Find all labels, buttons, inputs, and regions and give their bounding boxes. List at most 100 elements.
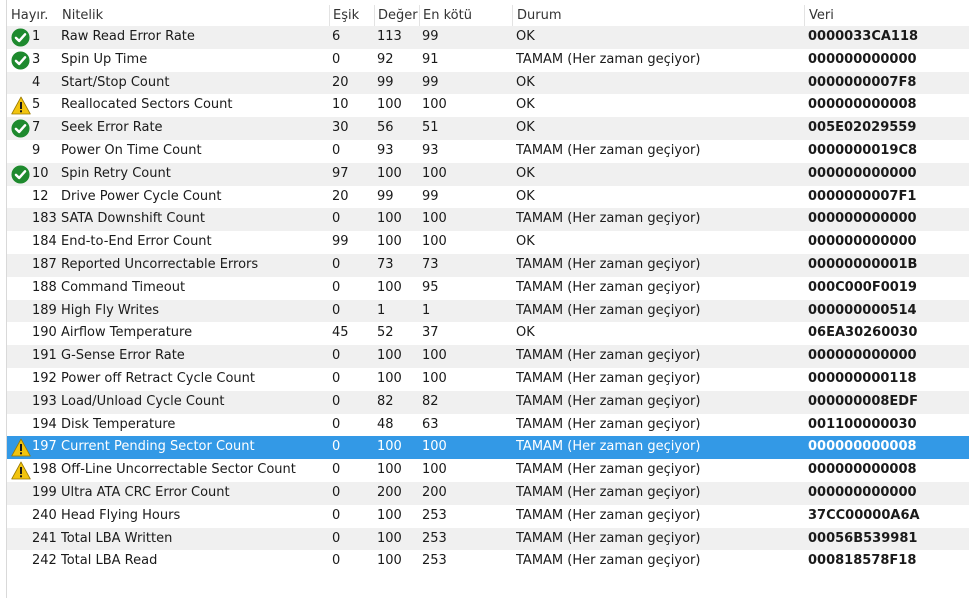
threshold-value: 0 [332, 462, 341, 478]
table-row[interactable]: 4 Start/Stop Count 20 99 99 OK 0000000007F8 [7, 71, 969, 95]
table-row[interactable]: 1 Raw Read Error Rate 6 113 99 OK 0000033CA118 [7, 26, 969, 49]
status-text: OK [516, 325, 535, 341]
worst-value: 100 [422, 97, 447, 113]
table-row[interactable]: 190 Airflow Temperature 45 52 37 OK 06EA302600… [7, 322, 969, 345]
table-row[interactable]: 193 Load/Unload Cycle Count 0 82 82 TAMAM (He… [7, 390, 969, 414]
raw-data: 000000000000 [808, 484, 917, 500]
current-value: 100 [377, 165, 402, 181]
status-icon-empty [9, 528, 31, 551]
current-value: 73 [377, 256, 394, 272]
raw-data: 00000000001B [808, 256, 918, 272]
column-header-attribute[interactable]: Nitelik [62, 5, 103, 27]
table-row[interactable]: 199 Ultra ATA CRC Error Count 0 200 200 TAMAM… [7, 481, 969, 505]
table-row[interactable]: 184 End-to-End Error Count 99 100 100 OK 00000… [7, 231, 969, 254]
status-text: TAMAM (Her zaman geçiyor) [516, 348, 701, 364]
column-divider[interactable] [804, 5, 805, 27]
raw-data: 000000000118 [808, 370, 917, 386]
threshold-value: 0 [332, 279, 341, 295]
attribute-id: 194 [32, 416, 57, 432]
status-text: TAMAM (Her zaman geçiyor) [516, 302, 701, 318]
worst-value: 95 [422, 279, 439, 295]
attribute-id: 198 [32, 462, 57, 478]
raw-data: 001100000030 [808, 416, 917, 432]
column-header-status[interactable]: Durum [517, 5, 562, 27]
threshold-value: 0 [332, 530, 341, 546]
status-text: OK [516, 97, 535, 113]
column-divider[interactable] [419, 5, 420, 27]
raw-data: 000000000008 [808, 439, 917, 455]
table-row[interactable]: 191 G-Sense Error Rate 0 100 100 TAMAM (Her z… [7, 345, 969, 368]
current-value: 113 [377, 29, 402, 44]
column-header-worst[interactable]: En kötü [423, 5, 472, 27]
column-header-no[interactable]: Hayır. [11, 5, 48, 27]
table-row[interactable]: 198 Off-Line Uncorrectable Sector Count 0 1… [7, 459, 969, 482]
table-row[interactable]: 12 Drive Power Cycle Count 20 99 99 OK 0000000… [7, 186, 969, 209]
status-text: TAMAM (Her zaman geçiyor) [516, 370, 701, 386]
threshold-value: 0 [332, 439, 341, 455]
attribute-id: 241 [32, 530, 57, 546]
worst-value: 100 [422, 165, 447, 181]
attribute-name: Raw Read Error Rate [61, 29, 195, 44]
raw-data: 000000008EDF [808, 393, 918, 409]
column-divider[interactable] [374, 5, 375, 27]
current-value: 82 [377, 393, 394, 409]
status-icon-empty [9, 550, 31, 573]
attribute-id: 183 [32, 211, 57, 227]
table-row[interactable]: 9 Power On Time Count 0 93 93 TAMAM (Her zama… [7, 140, 969, 163]
threshold-value: 0 [332, 51, 341, 67]
status-icon-empty [9, 186, 31, 209]
attribute-name: Airflow Temperature [61, 325, 193, 341]
table-row[interactable]: 241 Total LBA Written 0 100 253 TAMAM (Her za… [7, 527, 969, 551]
status-text: OK [516, 74, 535, 90]
attribute-name: G-Sense Error Rate [61, 348, 185, 364]
worst-value: 200 [422, 484, 447, 500]
worst-value: 37 [422, 325, 439, 341]
raw-data: 000000000000 [808, 348, 917, 364]
column-header-value[interactable]: Değer [378, 5, 418, 27]
status-text: OK [516, 120, 535, 136]
current-value: 100 [377, 279, 402, 295]
current-value: 52 [377, 325, 394, 341]
table-row[interactable]: 242 Total LBA Read 0 100 253 TAMAM (Her zaman… [7, 550, 969, 573]
raw-data: 000000000000 [808, 51, 917, 67]
table-row[interactable]: 188 Command Timeout 0 100 95 TAMAM (Her zaman… [7, 277, 969, 300]
attribute-id: 3 [32, 51, 41, 67]
table-row[interactable]: 187 Reported Uncorrectable Errors 0 73 73 TAM… [7, 253, 969, 277]
table-row[interactable]: 7 Seek Error Rate 30 56 51 OK 005E02029559 [7, 117, 969, 140]
status-text: TAMAM (Her zaman geçiyor) [516, 279, 701, 295]
warning-icon [9, 459, 31, 482]
current-value: 99 [377, 74, 394, 90]
table-row[interactable]: 189 High Fly Writes 0 1 1 TAMAM (Her zaman ge… [7, 299, 969, 323]
table-row[interactable]: 197 Current Pending Sector Count 0 100 100 TA… [7, 436, 969, 460]
attribute-name: SATA Downshift Count [61, 211, 205, 227]
threshold-value: 30 [332, 120, 349, 136]
attribute-id: 9 [32, 142, 41, 158]
table-row[interactable]: 10 Spin Retry Count 97 100 100 OK 000000000000 [7, 162, 969, 186]
worst-value: 99 [422, 74, 439, 90]
attribute-name: Power On Time Count [61, 142, 202, 158]
column-header-threshold[interactable]: Eşik [333, 5, 359, 27]
attribute-name: Load/Unload Cycle Count [61, 393, 225, 409]
column-divider[interactable] [329, 5, 330, 27]
status-icon-empty [9, 414, 31, 437]
column-header-raw[interactable]: Veri [809, 5, 834, 27]
table-row[interactable]: 192 Power off Retract Cycle Count 0 100 100 T… [7, 368, 969, 391]
attribute-name: Reallocated Sectors Count [61, 97, 233, 113]
status-text: TAMAM (Her zaman geçiyor) [516, 462, 701, 478]
table-row[interactable]: 240 Head Flying Hours 0 100 253 TAMAM (Her za… [7, 505, 969, 528]
attribute-id: 197 [32, 439, 57, 455]
current-value: 100 [377, 211, 402, 227]
table-row[interactable]: 5 Reallocated Sectors Count 10 100 100 OK 0000… [7, 94, 969, 117]
table-row[interactable]: 183 SATA Downshift Count 0 100 100 TAMAM (Her… [7, 208, 969, 232]
raw-data: 005E02029559 [808, 120, 917, 136]
worst-value: 73 [422, 256, 439, 272]
table-row[interactable]: 194 Disk Temperature 0 48 63 TAMAM (Her zaman… [7, 414, 969, 437]
worst-value: 253 [422, 553, 447, 569]
table-row[interactable]: 3 Spin Up Time 0 92 91 TAMAM (Her zaman geçiy… [7, 49, 969, 72]
check-icon [9, 26, 31, 49]
attribute-name: Total LBA Written [61, 530, 173, 546]
column-divider[interactable] [512, 5, 513, 27]
raw-data: 000818578F18 [808, 553, 917, 569]
status-icon-empty [9, 254, 31, 277]
attribute-name: Ultra ATA CRC Error Count [61, 484, 230, 500]
